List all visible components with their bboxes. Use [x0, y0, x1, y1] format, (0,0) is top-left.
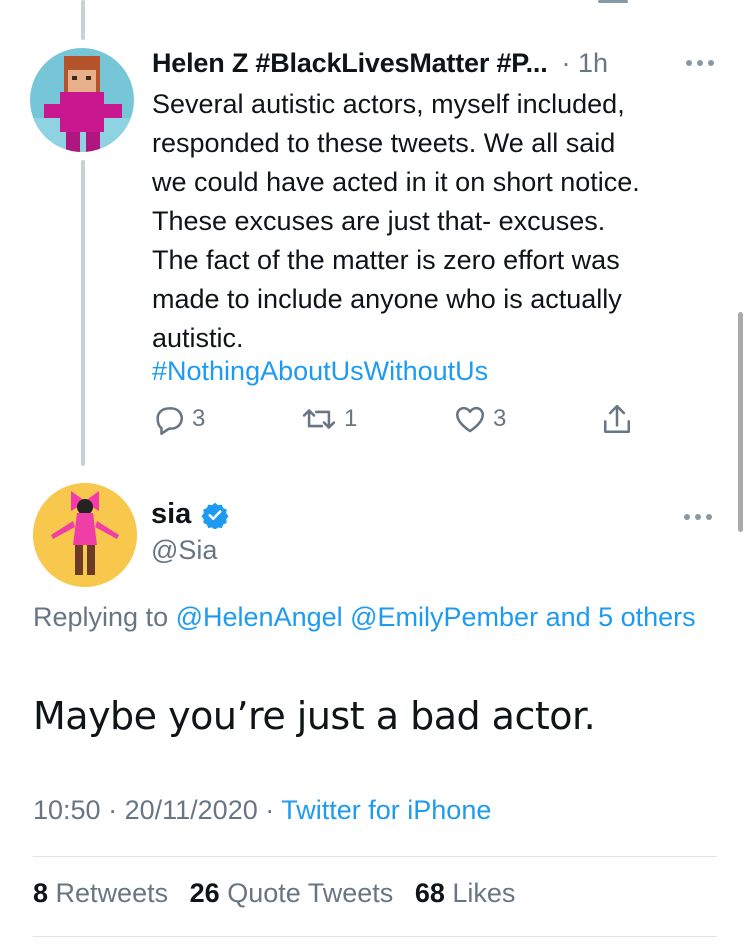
- previous-tweet-share-icon-fragment: [598, 0, 628, 3]
- hashtag-link[interactable]: #NothingAboutUsWithoutUs: [152, 352, 488, 391]
- like-icon: [455, 406, 485, 433]
- tweet-date: 20/11/2020: [124, 795, 258, 825]
- reply-icon: [156, 407, 184, 436]
- more-options-icon[interactable]: [686, 60, 714, 66]
- replying-prefix: Replying to: [33, 602, 169, 632]
- sia-avatar[interactable]: [33, 483, 137, 587]
- thread-connector-line: [81, 0, 85, 40]
- retweet-button[interactable]: 1: [300, 402, 357, 436]
- quote-tweets-stat[interactable]: 26 Quote Tweets: [190, 878, 394, 908]
- tweet-time[interactable]: · 1h: [562, 48, 609, 79]
- likes-stat[interactable]: 68 Likes: [415, 878, 516, 908]
- retweets-stat[interactable]: 8 Retweets: [33, 878, 168, 908]
- tweet-time: 10:50: [33, 795, 101, 825]
- retweet-icon: [302, 409, 336, 429]
- engagement-stats: 8 Retweets 26 Quote Tweets 68 Likes: [33, 878, 515, 909]
- author-name[interactable]: Helen Z #BlackLivesMatter #P...: [152, 48, 548, 79]
- thread-connector-line: [81, 160, 85, 466]
- replying-mentions-link[interactable]: @HelenAngel @EmilyPember and 5 others: [176, 602, 696, 632]
- scrollbar[interactable]: [738, 312, 743, 532]
- parent-tweet-header: Helen Z #BlackLivesMatter #P... · 1h: [152, 44, 722, 82]
- like-button[interactable]: 3: [453, 402, 506, 436]
- author-handle[interactable]: @Sia: [151, 535, 217, 566]
- share-button[interactable]: [600, 402, 634, 438]
- tweet-metadata: 10:50 · 20/11/2020 · Twitter for iPhone: [33, 795, 492, 825]
- verified-badge-icon: [201, 502, 229, 529]
- reply-count: 3: [192, 405, 206, 432]
- more-options-icon[interactable]: [684, 514, 712, 520]
- divider: [33, 856, 717, 857]
- retweet-count: 1: [344, 405, 358, 432]
- share-icon: [603, 404, 631, 434]
- replying-to: Replying to @HelenAngel @EmilyPember and…: [33, 596, 723, 639]
- parent-tweet-text: Several autistic actors, myself included…: [152, 89, 640, 353]
- focused-tweet-text: Maybe you’re just a bad actor.: [33, 694, 596, 738]
- author-name[interactable]: sia: [151, 498, 191, 531]
- tweet-source-link[interactable]: Twitter for iPhone: [281, 795, 491, 825]
- reply-button[interactable]: 3: [152, 402, 205, 436]
- focused-author: sia: [151, 498, 229, 531]
- helen-avatar[interactable]: [30, 48, 134, 152]
- divider: [33, 936, 717, 937]
- like-count: 3: [493, 405, 507, 432]
